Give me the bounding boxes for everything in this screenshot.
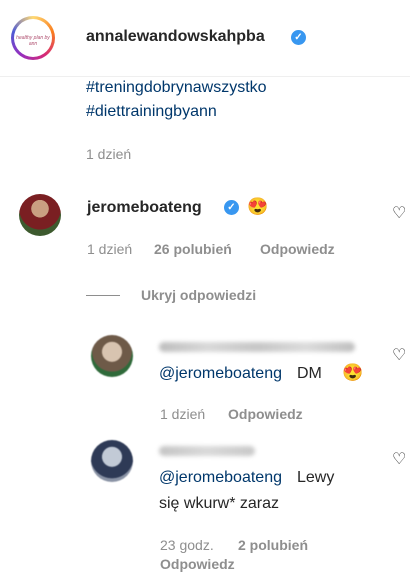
more-options-icon[interactable]: ⋮ bbox=[404, 20, 410, 40]
hashtag-link[interactable]: #diettrainingbyann bbox=[86, 100, 217, 124]
reply-avatar[interactable] bbox=[91, 440, 133, 482]
reply-button[interactable]: Odpowiedz bbox=[260, 241, 335, 257]
mention-link[interactable]: @jeromeboateng bbox=[159, 365, 282, 383]
mention-link[interactable]: @jeromeboateng bbox=[159, 469, 282, 487]
like-reply-heart-icon[interactable]: ♡ bbox=[392, 452, 407, 468]
reply-emoji: 😍 bbox=[342, 363, 364, 382]
caption-timestamp[interactable]: 1 dzień bbox=[86, 146, 131, 162]
reply-button[interactable]: Odpowiedz bbox=[160, 556, 235, 572]
reply-text-line2: się wkurw* zaraz bbox=[159, 495, 280, 512]
caption: #treningdobrynawszystko #diettrainingbya… bbox=[86, 76, 386, 126]
commenter-username-link[interactable]: jeromeboateng bbox=[87, 199, 202, 217]
replies-divider-line bbox=[86, 295, 120, 296]
hashtag-link[interactable]: #treningdobrynawszystko bbox=[86, 76, 267, 100]
reply-button[interactable]: Odpowiedz bbox=[228, 406, 303, 422]
reply-text: DM bbox=[297, 365, 322, 382]
reply-username-blurred[interactable] bbox=[159, 342, 355, 352]
comment-text: 😍 bbox=[247, 197, 269, 216]
reply-timestamp[interactable]: 1 dzień bbox=[160, 406, 205, 422]
like-comment-heart-icon[interactable]: ♡ bbox=[392, 206, 407, 222]
reply-likes-count[interactable]: 2 polubień bbox=[238, 537, 308, 553]
comment-timestamp[interactable]: 1 dzień bbox=[87, 241, 132, 257]
reply-timestamp[interactable]: 23 godz. bbox=[160, 537, 214, 553]
owner-username-link[interactable]: annalewandowskahpba bbox=[86, 28, 265, 46]
verified-badge-icon: ✓ bbox=[291, 30, 306, 45]
reply-username-blurred[interactable] bbox=[159, 446, 255, 456]
reply-text: Lewy bbox=[297, 469, 335, 486]
hide-replies-button[interactable]: Ukryj odpowiedzi bbox=[141, 287, 256, 303]
like-reply-heart-icon[interactable]: ♡ bbox=[392, 348, 407, 364]
comment-likes-count[interactable]: 26 polubień bbox=[154, 241, 232, 257]
commenter-avatar[interactable] bbox=[19, 194, 61, 236]
reply-avatar[interactable] bbox=[91, 335, 133, 377]
verified-badge-icon: ✓ bbox=[224, 200, 239, 215]
owner-avatar-logo-text: healthy plan by ann bbox=[16, 35, 50, 47]
